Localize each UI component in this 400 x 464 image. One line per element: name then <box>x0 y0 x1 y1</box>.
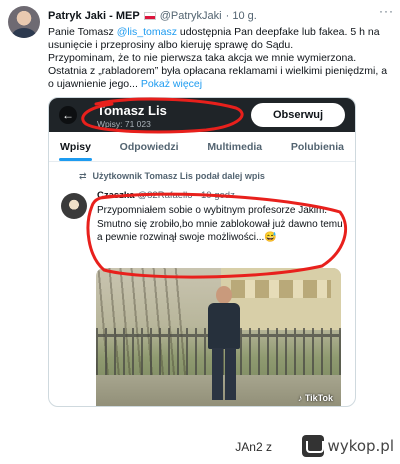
tab-replies[interactable]: Odpowiedzi <box>115 132 184 161</box>
retweet-text: Użytkownik Tomasz Lis podał dalej wpis <box>92 171 265 181</box>
poland-flag-icon <box>143 12 156 20</box>
wykop-logo[interactable]: wykop.pl <box>301 434 394 458</box>
footer-author-name[interactable]: JAn2 <box>235 440 262 454</box>
tweet-paragraph-1: Panie Tomasz @lis_tomasz udostępnia Pan … <box>48 26 392 52</box>
more-dots-icon[interactable]: ··· <box>379 4 394 18</box>
tweet-time[interactable]: · 10 g. <box>226 10 257 22</box>
profile-name: Tomasz Lis <box>97 103 167 118</box>
profile-tabs: Wpisy Odpowiedzi Multimedia Polubienia <box>49 132 355 162</box>
inner-tweet-header: Czaszka @82Rafaello · 10 godz. <box>97 190 237 201</box>
person-head <box>216 286 232 304</box>
video-thumbnail[interactable]: ♪ TikTok <box>96 268 341 406</box>
tweet-header: Patryk Jaki - MEP @PatrykJaki · 10 g. <box>48 8 392 24</box>
footer-author: JAn2 z <box>235 440 272 454</box>
show-more-link[interactable]: Pokaż więcej <box>141 78 202 90</box>
inner-avatar[interactable] <box>61 193 87 219</box>
person-legs <box>212 348 236 400</box>
tweet-text-segment: Przypominam, że to nie pierwsza taka akc… <box>48 52 388 90</box>
retweet-indicator: ⇄ Użytkownik Tomasz Lis podał dalej wpis <box>79 171 265 182</box>
embedded-screenshot[interactable]: ← Tomasz Lis Wpisy: 71 023 Obserwuj Wpis… <box>48 97 356 407</box>
retweet-icon: ⇄ <box>79 171 87 181</box>
wykop-logo-icon <box>301 435 324 457</box>
inner-author-name[interactable]: Czaszka <box>97 190 135 201</box>
profile-posts-count: Wpisy: 71 023 <box>97 119 151 129</box>
tab-likes[interactable]: Polubienia <box>286 132 349 161</box>
mention-link[interactable]: @lis_tomasz <box>117 26 177 38</box>
footer-connector: z <box>266 440 272 454</box>
tab-media[interactable]: Multimedia <box>202 132 267 161</box>
tweet-body: Panie Tomasz @lis_tomasz udostępnia Pan … <box>48 26 392 91</box>
tweet-text-segment: Panie Tomasz <box>48 26 117 38</box>
follow-button[interactable]: Obserwuj <box>251 103 345 127</box>
profile-header-bar: ← Tomasz Lis Wpisy: 71 023 Obserwuj <box>49 98 355 132</box>
author-name[interactable]: Patryk Jaki - MEP <box>48 10 140 22</box>
wykop-footer: JAn2 z wykop.pl <box>0 428 400 464</box>
tab-posts[interactable]: Wpisy <box>55 132 96 161</box>
inner-author-handle[interactable]: @82Rafaello · 10 godz. <box>138 190 238 201</box>
tiktok-watermark: ♪ TikTok <box>297 393 333 403</box>
wykop-brand: wykop.pl <box>327 437 394 455</box>
author-avatar[interactable] <box>8 6 40 38</box>
person-torso <box>208 303 240 349</box>
tweet: Patryk Jaki - MEP @PatrykJaki · 10 g. ··… <box>0 0 400 428</box>
back-arrow-icon[interactable]: ← <box>59 106 77 124</box>
tweet-paragraph-2: Przypominam, że to nie pierwsza taka akc… <box>48 52 392 91</box>
person-figure <box>204 286 244 404</box>
inner-tweet-text: Przypomniałem sobie o wybitnym profesorz… <box>97 205 343 243</box>
author-handle[interactable]: @PatrykJaki <box>160 10 222 22</box>
